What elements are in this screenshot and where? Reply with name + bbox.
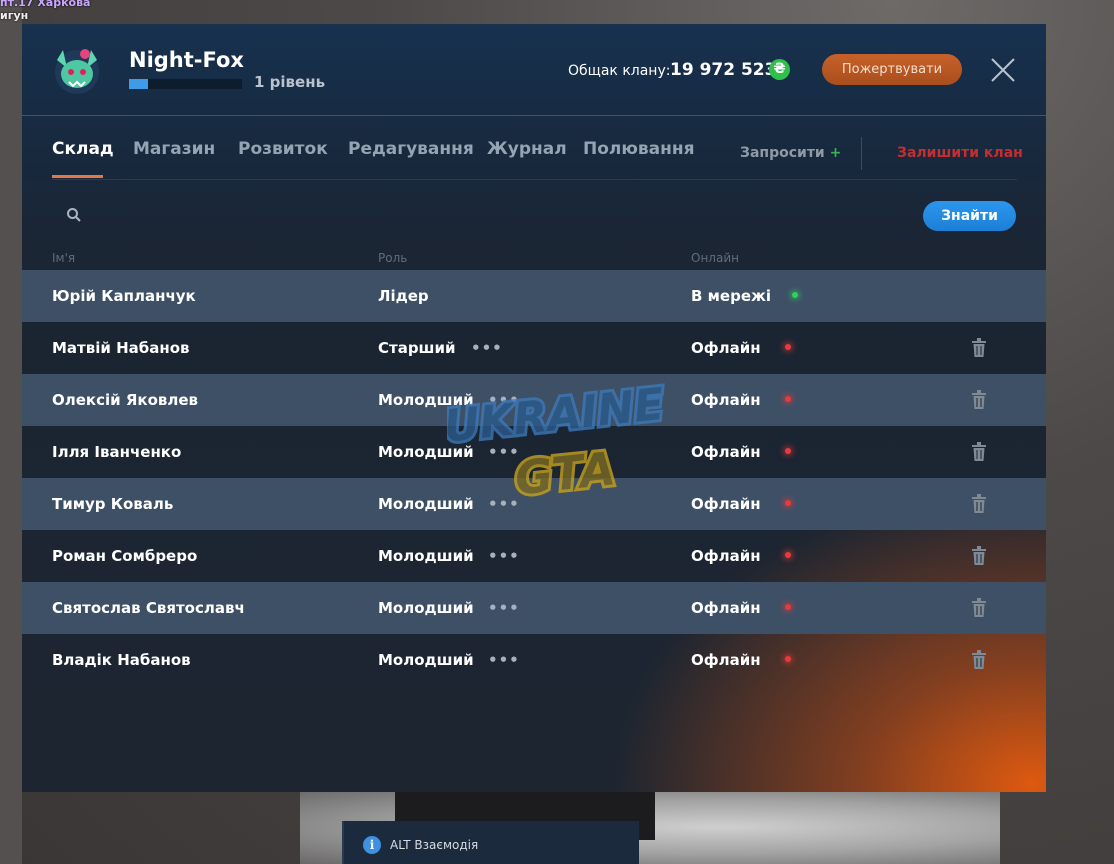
table-row: Роман Сомбреро Молодший ••• Офлайн: [22, 530, 1046, 582]
member-role: Молодший: [378, 599, 474, 617]
game-hud-line1: пт.17 Харкова: [0, 0, 91, 9]
table-row: Святослав Святославч Молодший ••• Офлайн: [22, 582, 1046, 634]
leave-clan-button[interactable]: Залишити клан: [897, 145, 1023, 161]
member-name: Тимур Коваль: [52, 495, 174, 513]
game-hud-text: пт.17 Харкова игун: [0, 0, 90, 22]
tab-hunting[interactable]: Полювання: [583, 139, 695, 159]
member-status: Офлайн: [691, 495, 761, 513]
interaction-hint: i ALT Взаємодія: [342, 821, 639, 864]
clan-name: Night-Fox: [129, 48, 244, 72]
clan-bank-label: Общак клану:: [568, 63, 671, 79]
hryvnia-icon: ₴: [769, 59, 790, 80]
role-menu-icon[interactable]: •••: [471, 339, 503, 357]
clan-level: 1 рівень: [254, 73, 326, 91]
clan-header: Night-Fox 1 рівень Общак клану: 19 972 5…: [22, 24, 1046, 116]
search-input[interactable]: [92, 202, 916, 232]
offline-indicator-icon: [785, 396, 791, 402]
tab-shop[interactable]: Магазин: [133, 139, 215, 159]
trash-icon[interactable]: [971, 390, 987, 409]
member-status: Офлайн: [691, 391, 761, 409]
actions-divider: [861, 137, 862, 170]
offline-indicator-icon: [785, 656, 791, 662]
member-name: Роман Сомбреро: [52, 547, 198, 565]
tab-sklad[interactable]: Склад: [52, 139, 114, 159]
column-header-online: Онлайн: [691, 251, 739, 265]
clan-bank-value: 19 972 523: [670, 60, 777, 80]
member-name: Юрій Капланчук: [52, 287, 196, 305]
tab-editing[interactable]: Редагування: [348, 139, 474, 159]
ukraine-gta-watermark: UKRAINE UKRAINE GTA GTA: [447, 376, 670, 509]
member-status: Офлайн: [691, 443, 761, 461]
search-icon: [67, 208, 81, 222]
member-status: Офлайн: [691, 547, 761, 565]
trash-icon[interactable]: [971, 494, 987, 513]
close-icon[interactable]: [988, 55, 1018, 85]
member-status: Офлайн: [691, 651, 761, 669]
clan-panel: Night-Fox 1 рівень Общак клану: 19 972 5…: [22, 24, 1046, 792]
offline-indicator-icon: [785, 344, 791, 350]
trash-icon[interactable]: [971, 546, 987, 565]
table-row: Владік Набанов Молодший ••• Офлайн: [22, 634, 1046, 686]
trash-icon[interactable]: [971, 338, 987, 357]
trash-icon[interactable]: [971, 598, 987, 617]
member-role: Молодший: [378, 547, 474, 565]
online-indicator-icon: [792, 292, 798, 298]
clan-xp-fill: [129, 79, 149, 89]
tabs-divider: [52, 179, 1017, 180]
watermark-line2-fill: GTA: [512, 441, 617, 505]
donate-button[interactable]: Пожертвувати: [822, 54, 962, 85]
member-name: Матвій Набанов: [52, 339, 190, 357]
table-row: Матвій Набанов Старший ••• Офлайн: [22, 322, 1046, 374]
member-role: Лідер: [378, 287, 429, 305]
invite-button[interactable]: Запросити +: [740, 145, 841, 161]
hint-text: ALT Взаємодія: [390, 838, 479, 852]
member-name: Ілля Іванченко: [52, 443, 182, 461]
column-header-name: Ім'я: [52, 251, 76, 265]
member-status: Офлайн: [691, 339, 761, 357]
role-menu-icon[interactable]: •••: [488, 547, 520, 565]
active-tab-indicator: [52, 175, 103, 178]
clan-xp-bar: [129, 79, 242, 89]
tab-development[interactable]: Розвиток: [238, 139, 328, 159]
trash-icon[interactable]: [971, 650, 987, 669]
member-role: Старший: [378, 339, 456, 357]
offline-indicator-icon: [785, 448, 791, 454]
column-header-role: Роль: [378, 251, 408, 265]
trash-icon[interactable]: [971, 442, 987, 461]
offline-indicator-icon: [785, 500, 791, 506]
member-name: Олексій Яковлев: [52, 391, 199, 409]
table-row: Юрій Капланчук Лідер В мережі: [22, 270, 1046, 322]
clan-logo-icon: [55, 49, 99, 94]
offline-indicator-icon: [785, 552, 791, 558]
plus-icon: +: [829, 145, 842, 161]
game-background-edge: [0, 0, 22, 864]
member-status: В мережі: [691, 287, 772, 305]
role-menu-icon[interactable]: •••: [488, 651, 520, 669]
invite-label: Запросити: [740, 145, 825, 161]
info-icon: i: [363, 836, 381, 854]
find-button[interactable]: Знайти: [923, 201, 1016, 231]
role-menu-icon[interactable]: •••: [488, 599, 520, 617]
offline-indicator-icon: [785, 604, 791, 610]
tab-journal[interactable]: Журнал: [487, 139, 567, 159]
member-role: Молодший: [378, 651, 474, 669]
watermark-line1-fill: UKRAINE: [447, 379, 667, 453]
member-status: Офлайн: [691, 599, 761, 617]
member-name: Владік Набанов: [52, 651, 191, 669]
member-name: Святослав Святославч: [52, 599, 245, 617]
game-hud-line2: игун: [0, 9, 29, 22]
